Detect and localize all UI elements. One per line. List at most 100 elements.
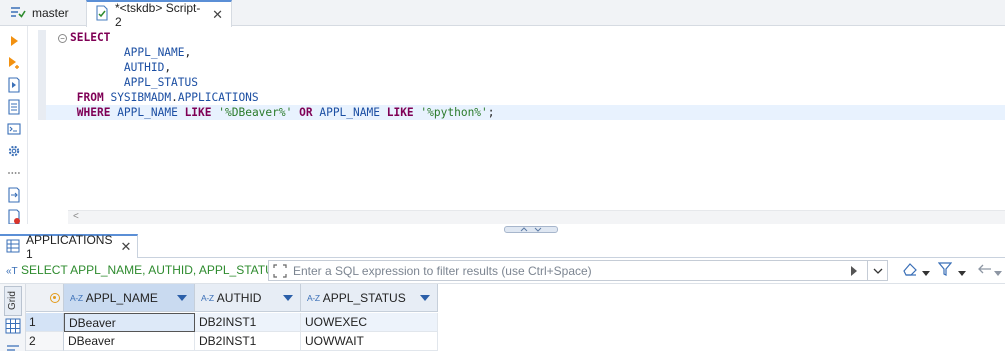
grid-table-icon[interactable] [5, 318, 21, 337]
filter-brackets-icon [273, 264, 287, 281]
editor-tab-bar: master *<tskdb> Script-2 ✕ [0, 0, 1005, 29]
filter-funnel-icon[interactable] [937, 262, 953, 279]
results-tab-label: APPLICATIONS 1 [26, 233, 113, 261]
table-cell[interactable]: DBeaver [64, 332, 195, 351]
sql-string: '%DBeaver%' [218, 106, 293, 119]
settings-gear-icon[interactable] [5, 142, 23, 160]
query-text[interactable]: «T SELECT APPL_NAME, AUTHID, APPL_STATUS [6, 263, 282, 277]
filter-expression-input[interactable]: Enter a SQL expression to filter results… [268, 260, 888, 281]
sql-keyword: WHERE [76, 106, 111, 119]
tab-master[interactable]: master [2, 0, 86, 26]
query-icon: «T [6, 266, 18, 277]
sql-identifier: APPL_STATUS [123, 76, 198, 89]
row-number[interactable]: 1 [26, 313, 64, 332]
back-arrow-icon[interactable] [976, 262, 992, 279]
table-cell[interactable]: UOWEXEC [301, 313, 438, 332]
code-line[interactable]: APPL_NAME, [46, 45, 1005, 60]
results-table-icon [6, 239, 20, 256]
sql-identifier: AUTHID [123, 61, 165, 74]
sort-arrow-icon[interactable] [420, 295, 430, 301]
sql-identifier: APPL_NAME [123, 46, 185, 59]
text-view-icon[interactable] [6, 342, 20, 351]
results-view-switcher: Grid [0, 284, 26, 351]
string-type-icon: A-Z [307, 292, 320, 303]
table-row[interactable]: 1 DBeaver DB2INST1 UOWEXEC [26, 313, 438, 332]
editor-results-splitter[interactable] [0, 224, 1005, 234]
editor-horizontal-scrollbar[interactable]: < [68, 210, 1005, 224]
row-number[interactable]: 2 [26, 332, 64, 351]
splitter-handle[interactable] [504, 226, 558, 233]
query-label-text: SELECT APPL_NAME, AUTHID, APPL_STATUS [21, 263, 282, 277]
tab-script-2[interactable]: *<tskdb> Script-2 ✕ [86, 0, 232, 29]
sql-keyword: OR [299, 106, 313, 119]
sql-text: , [164, 61, 172, 74]
table-cell[interactable]: UOWWAIT [301, 332, 438, 351]
column-label: APPL_STATUS [322, 290, 406, 305]
scroll-left-icon[interactable]: < [73, 211, 79, 222]
editor-side-toolbar [0, 26, 28, 232]
column-label: APPL_NAME [85, 290, 158, 305]
grid-view-tab[interactable]: Grid [4, 286, 22, 316]
sql-keyword: SELECT [70, 31, 111, 44]
table-cell[interactable]: DBeaver [64, 313, 195, 332]
export-icon[interactable] [5, 186, 23, 204]
filter-funnel-dropdown-icon[interactable] [958, 266, 966, 280]
tab-master-label: master [32, 6, 69, 20]
column-header-authid[interactable]: A-Z AUTHID [195, 284, 301, 312]
execute-in-new-tab-icon[interactable] [5, 54, 23, 72]
results-grid: A-Z APPL_NAME A-Z AUTHID A-Z APPL_STATUS… [26, 284, 1005, 351]
clear-filter-icon[interactable] [902, 262, 918, 279]
sql-text: , [184, 46, 192, 59]
code-line[interactable]: AUTHID, [46, 60, 1005, 75]
sql-identifier: APPLICATIONS [177, 91, 259, 104]
code-line[interactable]: FROM SYSIBMADM.APPLICATIONS [46, 90, 1005, 105]
tab-applications-1[interactable]: APPLICATIONS 1 ✕ [0, 233, 138, 261]
execute-statement-icon[interactable] [5, 32, 23, 50]
filter-history-dropdown-icon[interactable] [867, 261, 887, 280]
column-label: AUTHID [216, 290, 262, 305]
table-row[interactable]: 2 DBeaver DB2INST1 UOWWAIT [26, 332, 438, 351]
code-line[interactable]: APPL_STATUS [46, 75, 1005, 90]
clear-filter-dropdown-icon[interactable] [922, 266, 930, 280]
back-dropdown-icon[interactable] [994, 266, 1002, 280]
code-line[interactable]: SELECT [46, 30, 1005, 45]
filter-placeholder: Enter a SQL expression to filter results… [293, 264, 592, 278]
sql-editor[interactable]: − SELECT APPL_NAME, AUTHID, APPL_STATUS … [46, 26, 1005, 212]
close-tab-icon[interactable]: ✕ [212, 7, 223, 23]
sql-console-icon [10, 5, 26, 22]
sql-string: '%python%' [420, 106, 488, 119]
sort-arrow-icon[interactable] [283, 295, 293, 301]
sql-keyword: LIKE [386, 106, 414, 119]
apply-filter-icon[interactable] [849, 265, 859, 280]
string-type-icon: A-Z [201, 292, 214, 303]
more-actions-icon[interactable] [5, 164, 23, 182]
sql-identifier: APPL_NAME [319, 106, 380, 119]
console-icon[interactable] [5, 120, 23, 138]
sql-identifier: APPL_NAME [117, 106, 178, 119]
sort-arrow-icon[interactable] [177, 295, 187, 301]
select-all-corner[interactable] [26, 284, 64, 312]
sql-keyword: FROM [76, 91, 104, 104]
table-cell[interactable]: DB2INST1 [195, 313, 301, 332]
results-tab-bar: APPLICATIONS 1 ✕ [0, 233, 1005, 261]
execute-script-icon[interactable] [5, 76, 23, 94]
tab-script-label: *<tskdb> Script-2 [115, 0, 201, 29]
script-file-icon [95, 5, 109, 24]
results-filter-bar: «T SELECT APPL_NAME, AUTHID, APPL_STATUS… [0, 258, 1005, 284]
explain-plan-icon[interactable] [5, 98, 23, 116]
string-type-icon: A-Z [70, 292, 83, 303]
close-results-tab-icon[interactable]: ✕ [120, 239, 131, 255]
table-cell[interactable]: DB2INST1 [195, 332, 301, 351]
column-header-appl-status[interactable]: A-Z APPL_STATUS [301, 284, 438, 312]
code-line[interactable]: WHERE APPL_NAME LIKE '%DBeaver%' OR APPL… [46, 105, 1005, 120]
record-mode-icon [50, 293, 60, 303]
dbeaver-window: master *<tskdb> Script-2 ✕ − SELECT APPL… [0, 0, 1005, 351]
column-header-appl-name[interactable]: A-Z APPL_NAME [64, 284, 195, 312]
